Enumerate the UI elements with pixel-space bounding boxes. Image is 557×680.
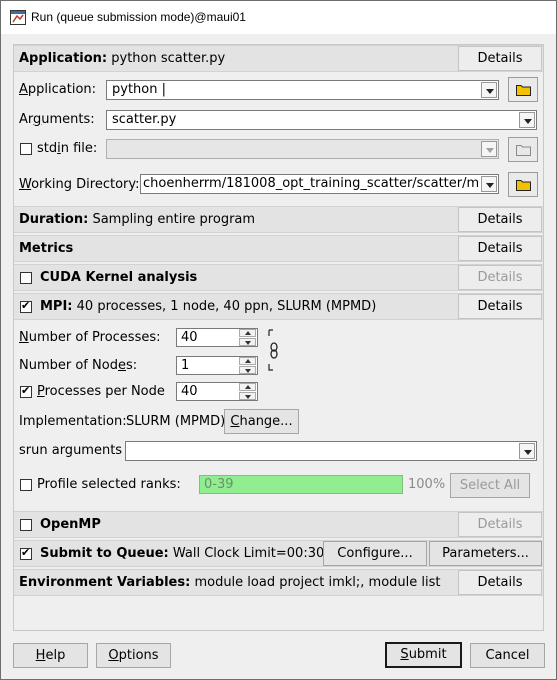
ppn-checkbox[interactable] [20, 384, 32, 398]
application-section-header: Application: python scatter.py Details [14, 45, 543, 72]
profile-ranks-label: Profile selected ranks: [37, 477, 181, 492]
profile-ranks-field[interactable]: 0-39 [199, 475, 403, 494]
link-chain-icon[interactable] [268, 328, 280, 372]
queue-header-label: Submit to Queue: [40, 546, 169, 561]
profile-ranks-checkbox[interactable] [20, 479, 32, 491]
folder-icon [516, 145, 531, 156]
profile-ranks-value: 0-39 [204, 477, 234, 492]
run-dialog: Run (queue submission mode)@maui01 Appli… [0, 0, 557, 680]
duration-details-button[interactable]: Details [458, 207, 542, 232]
num-nodes-value: 1 [181, 358, 190, 373]
duration-section-header: Duration: Sampling entire program Detail… [14, 206, 543, 233]
spin-up-icon[interactable] [239, 329, 256, 337]
num-processes-label: Number of Processes: [19, 330, 161, 345]
cuda-section-header: CUDA Kernel analysis Details [14, 264, 543, 291]
application-details-button[interactable]: Details [458, 46, 542, 71]
num-nodes-label: Number of Nodes: [19, 358, 138, 373]
mpi-section-header: MPI: 40 processes, 1 node, 40 ppn, SLURM… [14, 293, 543, 320]
env-header-value: module load project imkl;, module list [194, 575, 441, 590]
metrics-header-label: Metrics [19, 241, 74, 256]
stdin-label: stdin file: [37, 141, 98, 156]
ppn-spinbox[interactable]: 40 [176, 382, 258, 401]
folder-icon [516, 85, 531, 96]
dropdown-arrow-icon[interactable] [481, 141, 497, 157]
folder-icon [516, 180, 531, 191]
openmp-header-label: OpenMP [40, 517, 101, 532]
mpi-header-label: MPI: [40, 299, 73, 314]
openmp-checkbox[interactable] [20, 519, 32, 531]
implementation-label: Implementation: [19, 414, 127, 429]
application-header-label: Application: [19, 51, 108, 66]
queue-parameters-button[interactable]: Parameters... [429, 541, 542, 566]
dropdown-arrow-icon[interactable] [481, 176, 497, 192]
submit-button[interactable]: Submit [385, 642, 462, 668]
queue-header-value: Wall Clock Limit=00:30:0 [172, 546, 337, 561]
implementation-value: SLURM (MPMD) [126, 414, 226, 429]
cuda-details-button[interactable]: Details [458, 265, 542, 290]
cuda-header-label: CUDA Kernel analysis [40, 270, 198, 285]
num-processes-spinbox[interactable]: 40 [176, 328, 258, 347]
application-value: python | [112, 82, 166, 97]
arguments-value: scatter.py [112, 112, 177, 127]
queue-section-header: Submit to Queue: Wall Clock Limit=00:30:… [14, 540, 543, 567]
spin-up-icon[interactable] [239, 357, 256, 365]
workdir-label: Working Directory: [19, 177, 140, 192]
spin-down-icon[interactable] [239, 366, 256, 374]
arguments-label: Arguments: [19, 112, 95, 127]
dialog-client: Application: python scatter.py Details A… [1, 34, 556, 679]
spin-up-icon[interactable] [239, 383, 256, 391]
mpi-details-button[interactable]: Details [458, 294, 542, 319]
openmp-details-button[interactable]: Details [458, 512, 542, 537]
window-title: Run (queue submission mode)@maui01 [31, 10, 246, 24]
select-all-button[interactable]: Select All [450, 473, 530, 498]
ppn-label: Processes per Node [37, 384, 165, 399]
num-nodes-spinbox[interactable]: 1 [176, 356, 258, 375]
srun-arguments-label: srun arguments [19, 443, 123, 458]
stdin-checkbox[interactable] [20, 143, 32, 155]
openmp-section-header: OpenMP Details [14, 511, 543, 538]
spin-down-icon[interactable] [239, 392, 256, 400]
profile-ranks-percent: 100% [408, 477, 446, 492]
srun-arguments-combo[interactable] [125, 441, 537, 461]
queue-checkbox[interactable] [20, 546, 32, 560]
cancel-button[interactable]: Cancel [470, 643, 545, 668]
workdir-value: choenherrm/181008_opt_training_scatter/s… [143, 176, 478, 191]
change-implementation-button[interactable]: Change... [224, 409, 299, 434]
title-bar: Run (queue submission mode)@maui01 [1, 1, 556, 34]
mpi-checkbox[interactable] [20, 299, 32, 313]
mpi-header-value: 40 processes, 1 node, 40 ppn, SLURM (MPM… [76, 299, 377, 314]
ppn-value: 40 [181, 384, 198, 399]
env-header-label: Environment Variables: [19, 575, 191, 590]
stdin-combo[interactable] [106, 139, 499, 159]
cuda-checkbox[interactable] [20, 272, 32, 284]
queue-configure-button[interactable]: Configure... [323, 541, 427, 566]
stdin-browse-button[interactable] [508, 137, 538, 162]
app-window-icon [10, 10, 26, 25]
dropdown-arrow-icon[interactable] [519, 443, 535, 459]
spin-down-icon[interactable] [239, 338, 256, 346]
workdir-browse-button[interactable] [508, 172, 538, 197]
workdir-combo[interactable]: choenherrm/181008_opt_training_scatter/s… [140, 174, 499, 194]
dropdown-arrow-icon[interactable] [519, 112, 535, 128]
dropdown-arrow-icon[interactable] [481, 82, 497, 98]
application-label: Application: [19, 82, 97, 97]
options-button[interactable]: Options [96, 643, 171, 668]
env-details-button[interactable]: Details [458, 570, 542, 595]
metrics-section-header: Metrics Details [14, 235, 543, 262]
duration-header-label: Duration: [19, 212, 89, 227]
num-processes-value: 40 [181, 330, 198, 345]
help-button[interactable]: Help [13, 643, 88, 668]
metrics-details-button[interactable]: Details [458, 236, 542, 261]
application-combo[interactable]: python | [106, 80, 499, 100]
application-header-value: python scatter.py [111, 51, 226, 66]
env-section-header: Environment Variables: module load proje… [14, 569, 543, 596]
application-browse-button[interactable] [508, 77, 538, 102]
settings-panel: Application: python scatter.py Details A… [13, 44, 544, 631]
duration-header-value: Sampling entire program [92, 212, 256, 227]
arguments-combo[interactable]: scatter.py [106, 110, 537, 130]
